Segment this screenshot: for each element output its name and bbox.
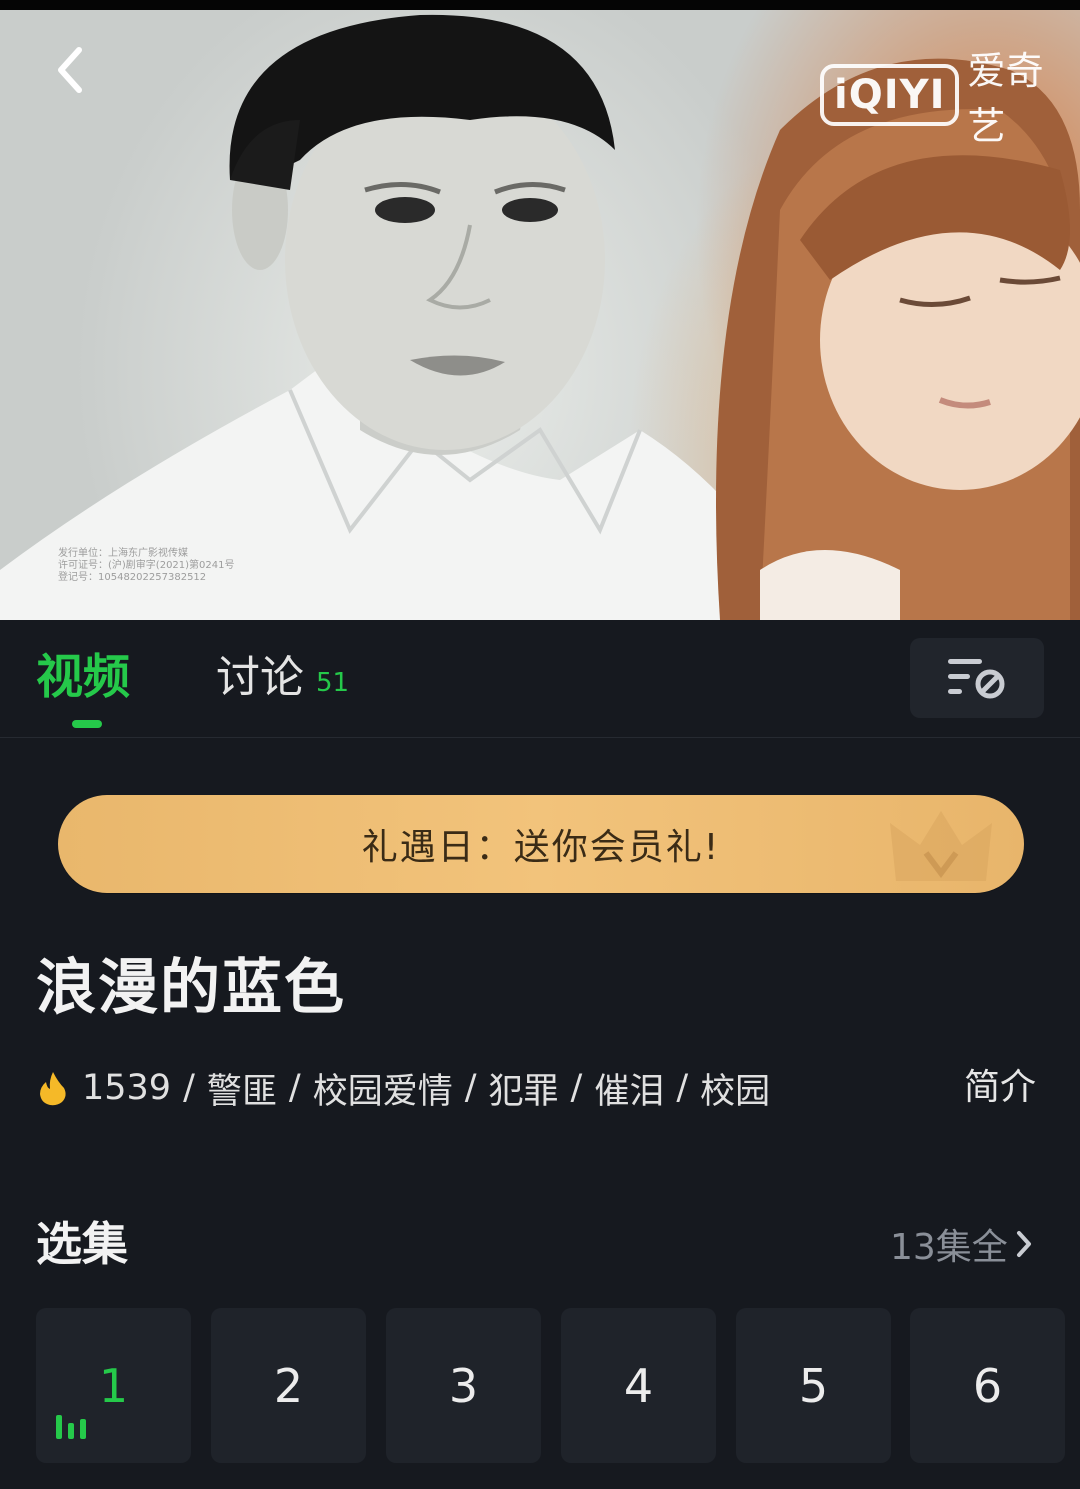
- vip-promo-banner[interactable]: 礼遇日：送你会员礼!: [58, 795, 1024, 893]
- episode-button-3[interactable]: 3: [386, 1308, 541, 1463]
- tab-video-label: 视频: [36, 650, 130, 705]
- promo-text: 礼遇日：送你会员礼!: [361, 827, 721, 868]
- genre-tag[interactable]: 校园: [700, 1063, 770, 1114]
- equalizer-bars-icon: [56, 1415, 86, 1439]
- separator: /: [570, 1068, 583, 1108]
- episode-grid: 1 2 3 4 5 6: [36, 1308, 1080, 1463]
- episode-total-label: 13集全: [890, 1227, 1008, 1268]
- episode-button-2[interactable]: 2: [211, 1308, 366, 1463]
- all-episodes-link[interactable]: 13集全: [890, 1216, 1032, 1272]
- episode-number: 5: [798, 1358, 829, 1413]
- content-tabs: 视频 讨论 51: [0, 620, 1080, 738]
- show-meta: 1539 / 警匪 / 校园爱情 / 犯罪 / 催泪 / 校园: [38, 1062, 770, 1114]
- episode-number: 4: [623, 1358, 654, 1413]
- separator: /: [288, 1068, 301, 1108]
- chevron-left-icon: [58, 47, 82, 93]
- separator: /: [183, 1068, 195, 1108]
- episode-button-6[interactable]: 6: [910, 1308, 1065, 1463]
- tab-discussion-label: 讨论: [216, 652, 304, 703]
- genre-tag[interactable]: 催泪: [594, 1063, 664, 1114]
- separator: /: [464, 1068, 477, 1108]
- episode-button-1[interactable]: 1: [36, 1308, 191, 1463]
- filter-settings-icon: [948, 659, 1005, 699]
- logo-cn: 爱奇艺: [967, 49, 1044, 148]
- status-strip: [0, 0, 1080, 10]
- crown-icon: [890, 811, 992, 881]
- intro-link[interactable]: 简介: [964, 1062, 1036, 1114]
- genre-tag[interactable]: 警匪: [207, 1063, 277, 1114]
- episode-button-4[interactable]: 4: [561, 1308, 716, 1463]
- episode-number: 3: [448, 1358, 479, 1413]
- chevron-right-icon: [1016, 1231, 1031, 1257]
- watermark-line: 发行单位：上海东广影视传媒: [58, 548, 188, 559]
- episode-number: 2: [273, 1358, 304, 1413]
- show-title: 浪漫的蓝色: [36, 953, 346, 1023]
- broadcast-watermark: 发行单位：上海东广影视传媒 许可证号：(沪)剧审字(2021)第0241号 登记…: [58, 548, 235, 584]
- filter-button[interactable]: [910, 638, 1044, 718]
- episode-number: 1: [98, 1358, 129, 1413]
- flame-icon: [40, 1072, 66, 1106]
- episode-button-5[interactable]: 5: [736, 1308, 891, 1463]
- watermark-line: 许可证号：(沪)剧审字(2021)第0241号: [58, 560, 235, 571]
- back-button[interactable]: [40, 40, 100, 100]
- tab-video[interactable]: 视频: [36, 642, 130, 722]
- episode-number: 6: [972, 1358, 1003, 1413]
- genre-tag[interactable]: 校园爱情: [313, 1063, 453, 1114]
- logo-wordmark: iQIYI: [820, 64, 960, 126]
- tab-discussion[interactable]: 讨论 51: [216, 642, 349, 722]
- active-tab-indicator: [72, 720, 102, 728]
- genre-tag[interactable]: 犯罪: [489, 1063, 559, 1114]
- video-player[interactable]: iQIYI 爱奇艺 发行单位：上海东广影视传媒 许可证号：(沪)剧审字(2021…: [0, 0, 1080, 620]
- watermark-line: 登记号：10548202257382512: [58, 572, 207, 583]
- separator: /: [676, 1068, 689, 1108]
- heat-value: 1539: [82, 1068, 172, 1108]
- iqiyi-logo: iQIYI 爱奇艺: [820, 49, 1080, 148]
- app-screen: iQIYI 爱奇艺 发行单位：上海东广影视传媒 许可证号：(沪)剧审字(2021…: [0, 0, 1080, 1489]
- discussion-count-badge: 51: [316, 668, 350, 698]
- episodes-heading: 选集: [36, 1217, 128, 1271]
